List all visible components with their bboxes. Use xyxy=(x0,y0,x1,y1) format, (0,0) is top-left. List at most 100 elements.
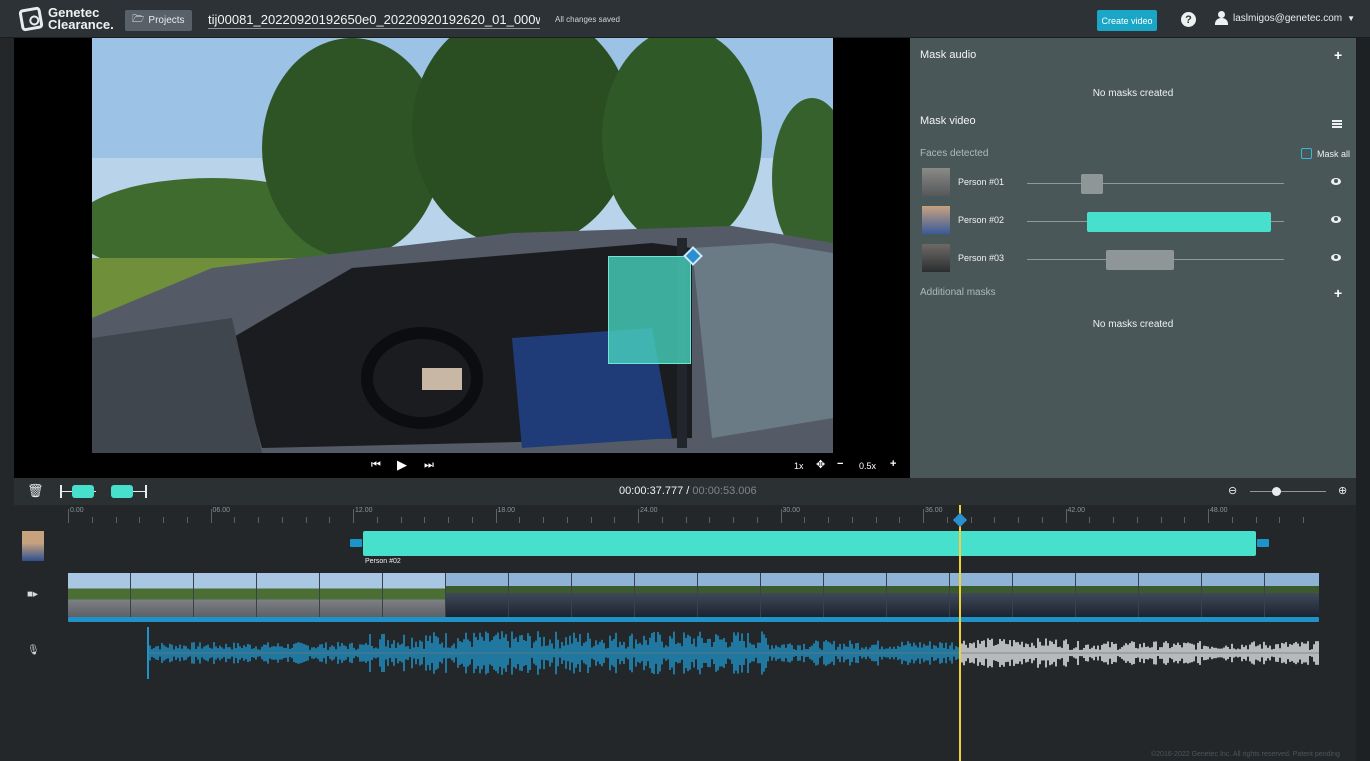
clip-start-handle[interactable] xyxy=(350,539,362,547)
logo-text: Genetec Clearance. xyxy=(48,5,114,32)
zoom-slider-track[interactable] xyxy=(1250,491,1326,492)
ruler-tick xyxy=(163,517,164,523)
search-minus-icon[interactable]: ⊖ xyxy=(1228,484,1237,497)
ruler-tick xyxy=(519,517,521,523)
ruler-tick xyxy=(828,517,829,523)
ruler-tick xyxy=(970,517,972,523)
face-label: Person #02 xyxy=(958,215,1005,225)
film-frame xyxy=(635,573,697,617)
ruler-tick xyxy=(1208,509,1209,523)
ruler-tick xyxy=(210,509,212,523)
trim-start-icon[interactable] xyxy=(60,484,96,499)
eye-icon[interactable] xyxy=(1331,254,1341,261)
ruler-tick xyxy=(448,517,449,523)
ruler-tick xyxy=(614,517,616,523)
film-frame xyxy=(1076,573,1138,617)
ruler-tick xyxy=(139,517,141,523)
mask-all-checkbox[interactable]: Mask all xyxy=(1301,148,1350,159)
play-icon[interactable]: ▶ xyxy=(397,457,407,473)
ruler-tick xyxy=(234,517,236,523)
ruler-tick xyxy=(115,517,117,523)
zoom-out-icon[interactable]: − xyxy=(837,458,843,470)
eye-icon[interactable] xyxy=(1331,178,1341,185)
face-presence-bar[interactable] xyxy=(1081,174,1103,194)
ruler-tick xyxy=(1018,517,1019,523)
video-scene xyxy=(92,38,833,453)
microphone-icon: 🎙 xyxy=(27,645,40,656)
speed-button[interactable]: 1x xyxy=(794,461,804,471)
ruler-tick xyxy=(851,517,853,523)
ruler-tick xyxy=(1255,517,1257,523)
ruler-tick xyxy=(638,509,639,523)
create-video-button[interactable]: Create video xyxy=(1097,10,1157,31)
zoom-in-icon[interactable]: + xyxy=(890,458,896,470)
ruler-tick xyxy=(543,517,544,523)
skip-forward-icon[interactable]: ⏭ xyxy=(424,459,434,472)
ruler-tick xyxy=(1041,517,1043,523)
add-audio-mask-icon[interactable]: + xyxy=(1334,47,1342,63)
person-02-clip[interactable] xyxy=(363,531,1256,556)
mask-panel: Mask audio + No masks created Mask video… xyxy=(910,38,1356,478)
ruler-label: 12.00 xyxy=(355,507,373,514)
projects-button[interactable]: 🗁 Projects xyxy=(125,10,192,31)
clip-end-handle[interactable] xyxy=(1257,539,1269,547)
ruler-tick xyxy=(566,517,568,523)
clip-label: Person #02 xyxy=(365,558,401,565)
trim-end-icon[interactable] xyxy=(111,484,147,499)
eye-icon[interactable] xyxy=(1331,216,1341,223)
face-label: Person #01 xyxy=(958,177,1005,187)
audio-waveform[interactable] xyxy=(68,625,1319,681)
ruler-tick xyxy=(376,517,378,523)
additional-empty-text: No masks created xyxy=(1092,319,1174,330)
ruler-label: 06.00 xyxy=(212,507,231,514)
face-row-person-01[interactable]: Person #01 xyxy=(910,168,1356,200)
ruler-tick xyxy=(923,509,924,523)
additional-masks-label: Additional masks xyxy=(920,287,996,298)
camera-icon: ■▸ xyxy=(27,589,39,600)
mask-video-title: Mask video xyxy=(920,115,976,127)
add-mask-icon[interactable]: + xyxy=(1334,285,1342,301)
ruler-tick xyxy=(353,509,354,523)
ruler-tick xyxy=(1160,517,1162,523)
ruler-tick xyxy=(661,517,663,523)
ruler-tick xyxy=(281,517,283,523)
face-presence-bar[interactable] xyxy=(1106,250,1174,270)
ruler-tick xyxy=(875,517,877,523)
video-filmstrip[interactable] xyxy=(68,573,1319,617)
zoom-slider-thumb[interactable] xyxy=(1272,487,1281,496)
trash-icon[interactable]: 🗑 xyxy=(27,483,44,499)
time-ruler[interactable]: 0.00 06.00 12.00 18.00 24.00 30.00 36.00 42.00 4… xyxy=(68,505,1334,525)
ruler-tick xyxy=(1065,509,1067,523)
filename-field[interactable]: tij00081_20220920192650e0_20220920192620… xyxy=(208,12,540,29)
ruler-label: 18.00 xyxy=(497,507,516,514)
face-mask-overlay[interactable] xyxy=(608,256,691,364)
face-presence-bar[interactable] xyxy=(1087,212,1271,232)
ruler-label: 30.00 xyxy=(782,507,801,514)
top-bar: Genetec Clearance. 🗁 Projects tij00081_2… xyxy=(0,0,1370,38)
search-plus-icon[interactable]: ⊕ xyxy=(1338,484,1347,497)
copyright-text: ©2016-2022 Genetec Inc. All rights reser… xyxy=(1151,751,1340,758)
ruler-tick xyxy=(709,517,711,523)
recenter-icon[interactable]: ✥ xyxy=(816,458,825,471)
timeline: 0.00 06.00 12.00 18.00 24.00 30.00 36.00 42.00 4… xyxy=(14,505,1356,761)
video-frame[interactable] xyxy=(92,38,833,453)
audio-empty-text: No masks created xyxy=(1092,88,1174,99)
user-menu[interactable]: laslmigos@genetec.com ▼ xyxy=(1215,11,1355,25)
help-icon[interactable]: ? xyxy=(1181,12,1196,27)
skip-back-icon[interactable]: ⏮ xyxy=(371,459,381,472)
video-player: ⏮ ▶ ⏭ 1x ✥ − 0.5x + xyxy=(14,38,910,478)
film-frame xyxy=(68,573,130,617)
ruler-tick xyxy=(471,517,473,523)
chevron-down-icon: ▼ xyxy=(1347,13,1356,23)
projects-label: Projects xyxy=(148,15,185,26)
ruler-tick xyxy=(424,517,426,523)
ruler-tick xyxy=(1113,517,1114,523)
film-frame xyxy=(1202,573,1264,617)
ruler-tick xyxy=(186,517,188,523)
face-row-person-03[interactable]: Person #03 xyxy=(910,244,1356,276)
settings-icon[interactable] xyxy=(1332,120,1342,128)
face-thumbnail xyxy=(922,168,950,196)
playhead[interactable] xyxy=(959,505,961,761)
face-row-person-02[interactable]: Person #02 xyxy=(910,206,1356,238)
film-frame xyxy=(320,573,382,617)
